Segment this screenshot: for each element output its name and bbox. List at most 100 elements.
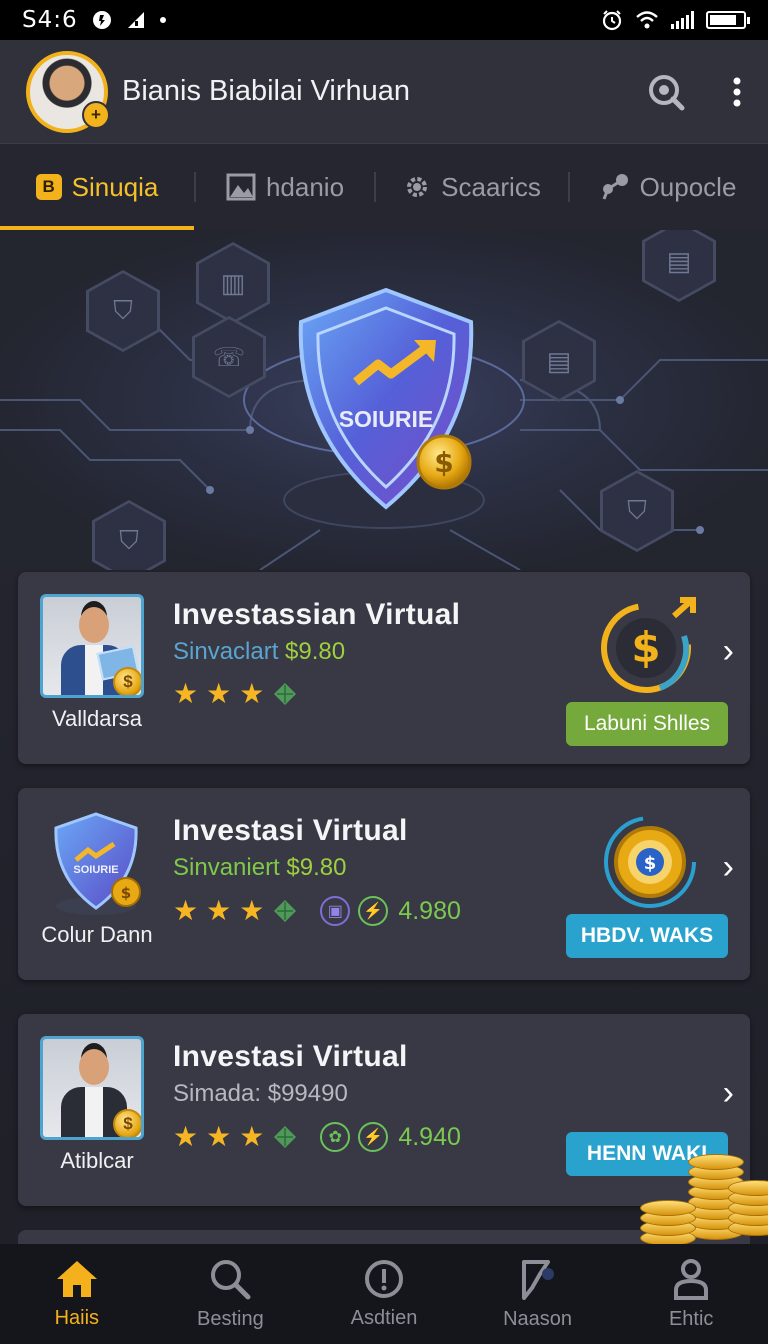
person-head bbox=[79, 607, 109, 643]
coin-icon: $ bbox=[113, 667, 141, 695]
search-button[interactable] bbox=[646, 72, 686, 112]
notification-icon bbox=[92, 11, 111, 29]
thumb-shield-label: SOIURIE bbox=[73, 864, 119, 876]
app-header: + Bianis Biabilai Virhuan bbox=[0, 40, 768, 144]
alarm-icon bbox=[602, 10, 622, 31]
shield-emblem: $ bbox=[298, 287, 474, 510]
person-shirt bbox=[85, 1087, 103, 1137]
chevron-right-icon[interactable]: › bbox=[723, 848, 734, 887]
home-icon bbox=[56, 1260, 97, 1297]
investment-card[interactable]: $ SOIURIE Colur Dann Investasi Virtual S… bbox=[18, 788, 750, 980]
nav-item-asdtien[interactable]: Asdtien bbox=[307, 1244, 461, 1344]
rating-stars: ★ ★ ★ ▣ ⚡ 4.980 bbox=[173, 896, 461, 926]
b-badge-icon: B bbox=[35, 174, 62, 200]
svg-text:$: $ bbox=[644, 853, 657, 874]
chevron-right-icon[interactable]: › bbox=[723, 1074, 734, 1113]
star-icon: ★ bbox=[173, 1121, 199, 1152]
star-icon: ★ bbox=[173, 678, 199, 709]
shield-label: SOIURIE bbox=[338, 406, 434, 432]
card-subtitle: Sinvaniert $9.80 bbox=[173, 854, 346, 882]
runner-icon: ⚡ bbox=[358, 896, 389, 926]
image-icon bbox=[226, 173, 256, 201]
nav-label: Besting bbox=[197, 1307, 264, 1330]
card-sub-label: Sinvaclart bbox=[173, 638, 279, 665]
leaf-icon bbox=[274, 900, 297, 922]
card-caption: Valldarsa bbox=[51, 706, 143, 731]
status-right-icons bbox=[601, 9, 750, 31]
header-actions bbox=[646, 72, 742, 112]
card-action-button[interactable]: HBDV. WAKS bbox=[566, 914, 728, 958]
star-icon: ★ bbox=[173, 895, 199, 926]
leaf-icon bbox=[274, 1126, 297, 1148]
avatar-badge: + bbox=[82, 100, 110, 129]
nav-label: Asdtien bbox=[350, 1306, 418, 1329]
token-coin-icon: $ bbox=[604, 816, 696, 908]
nav-item-home[interactable]: Haiis bbox=[0, 1244, 154, 1344]
cell-signal-icon bbox=[671, 11, 694, 29]
card-amount: $9.80 bbox=[285, 638, 346, 665]
leaf-icon bbox=[274, 683, 297, 705]
profile-icon bbox=[674, 1258, 709, 1300]
nav-item-naason[interactable]: Naason bbox=[461, 1244, 615, 1344]
nav-label: Ehtic bbox=[668, 1307, 714, 1330]
card-title: Investasi Virtual bbox=[173, 1040, 408, 1073]
star-icon: ★ bbox=[206, 895, 232, 926]
card-meta-value: 4.980 bbox=[398, 896, 461, 925]
dollar-growth-icon: $ bbox=[601, 597, 696, 693]
card-action-button[interactable]: Labuni Shlles bbox=[566, 702, 728, 746]
card-sub-label: Sinvaniert bbox=[173, 854, 280, 881]
card-amount: $99490 bbox=[267, 1080, 348, 1107]
tab-sinuqia[interactable]: B Sinuqia bbox=[0, 144, 194, 230]
tab-label: Oupocle bbox=[639, 171, 737, 202]
tab-scaarics[interactable]: Scaarics bbox=[376, 144, 568, 230]
tab-label: Scaarics bbox=[441, 171, 541, 202]
share-icon bbox=[602, 174, 628, 200]
coin-stack-decoration bbox=[628, 1150, 768, 1250]
investment-card[interactable]: $ Valldarsa Investassian Virtual Sinvacl… bbox=[18, 572, 750, 764]
svg-text:$: $ bbox=[121, 884, 131, 902]
tab-label: hdanio bbox=[265, 171, 345, 202]
card-meta-value: 4.940 bbox=[398, 1122, 461, 1151]
status-time: S4:6 bbox=[22, 7, 78, 33]
gear-icon bbox=[407, 177, 428, 197]
dot-icon bbox=[159, 17, 166, 23]
card-thumbnail: $ bbox=[40, 594, 144, 698]
card-thumbnail: $ SOIURIE bbox=[48, 808, 148, 918]
nav-item-besting[interactable]: Besting bbox=[154, 1244, 308, 1344]
info-circle-icon bbox=[364, 1259, 403, 1298]
chevron-right-icon[interactable]: › bbox=[723, 632, 734, 671]
svg-text:$: $ bbox=[631, 623, 660, 672]
status-bar: S4:6 bbox=[0, 0, 768, 40]
star-icon: ★ bbox=[206, 1121, 232, 1152]
tab-hdanio[interactable]: hdanio bbox=[196, 144, 374, 230]
card-subtitle: Simada: $99490 bbox=[173, 1080, 348, 1108]
svg-text:$: $ bbox=[434, 446, 453, 479]
rating-stars: ★ ★ ★ bbox=[173, 680, 298, 708]
runner-icon: ⚡ bbox=[358, 1122, 389, 1152]
person-head bbox=[79, 1049, 109, 1085]
document-icon: ▣ bbox=[320, 896, 351, 926]
star-icon: ★ bbox=[239, 678, 265, 709]
rating-stars: ★ ★ ★ ✿ ⚡ 4.940 bbox=[173, 1122, 461, 1152]
app-screen: S4:6 + Bianis Biabilai Virhuan B Sinuqia… bbox=[0, 0, 768, 1344]
search-icon bbox=[649, 74, 685, 110]
more-options-button[interactable] bbox=[732, 76, 742, 108]
tab-oupocle[interactable]: Oupocle bbox=[570, 144, 766, 230]
hero-banner: ▥ ⛉ ☏ ⛉ ▤ ⛉ ▤ $ SOIURIE bbox=[0, 230, 768, 570]
card-sub-label: Simada: bbox=[173, 1080, 262, 1107]
star-icon: ★ bbox=[206, 678, 232, 709]
wifi-icon bbox=[636, 11, 658, 29]
card-caption: Colur Dann bbox=[41, 922, 153, 947]
nav-item-ehtic[interactable]: Ehtic bbox=[614, 1244, 768, 1344]
flag-icon bbox=[521, 1259, 554, 1300]
star-icon: ★ bbox=[239, 1121, 265, 1152]
search-icon bbox=[211, 1259, 251, 1299]
battery-icon bbox=[706, 11, 750, 29]
more-vertical-icon bbox=[733, 77, 741, 106]
page-title: Bianis Biabilai Virhuan bbox=[122, 75, 411, 107]
nav-label: Haiis bbox=[54, 1306, 100, 1329]
bottom-navigation: Haiis Besting Asdtien Naason Ehtic bbox=[0, 1244, 768, 1344]
avatar[interactable]: + bbox=[26, 50, 110, 133]
card-amount: $9.80 bbox=[286, 854, 347, 881]
card-title: Investassian Virtual bbox=[173, 598, 461, 631]
